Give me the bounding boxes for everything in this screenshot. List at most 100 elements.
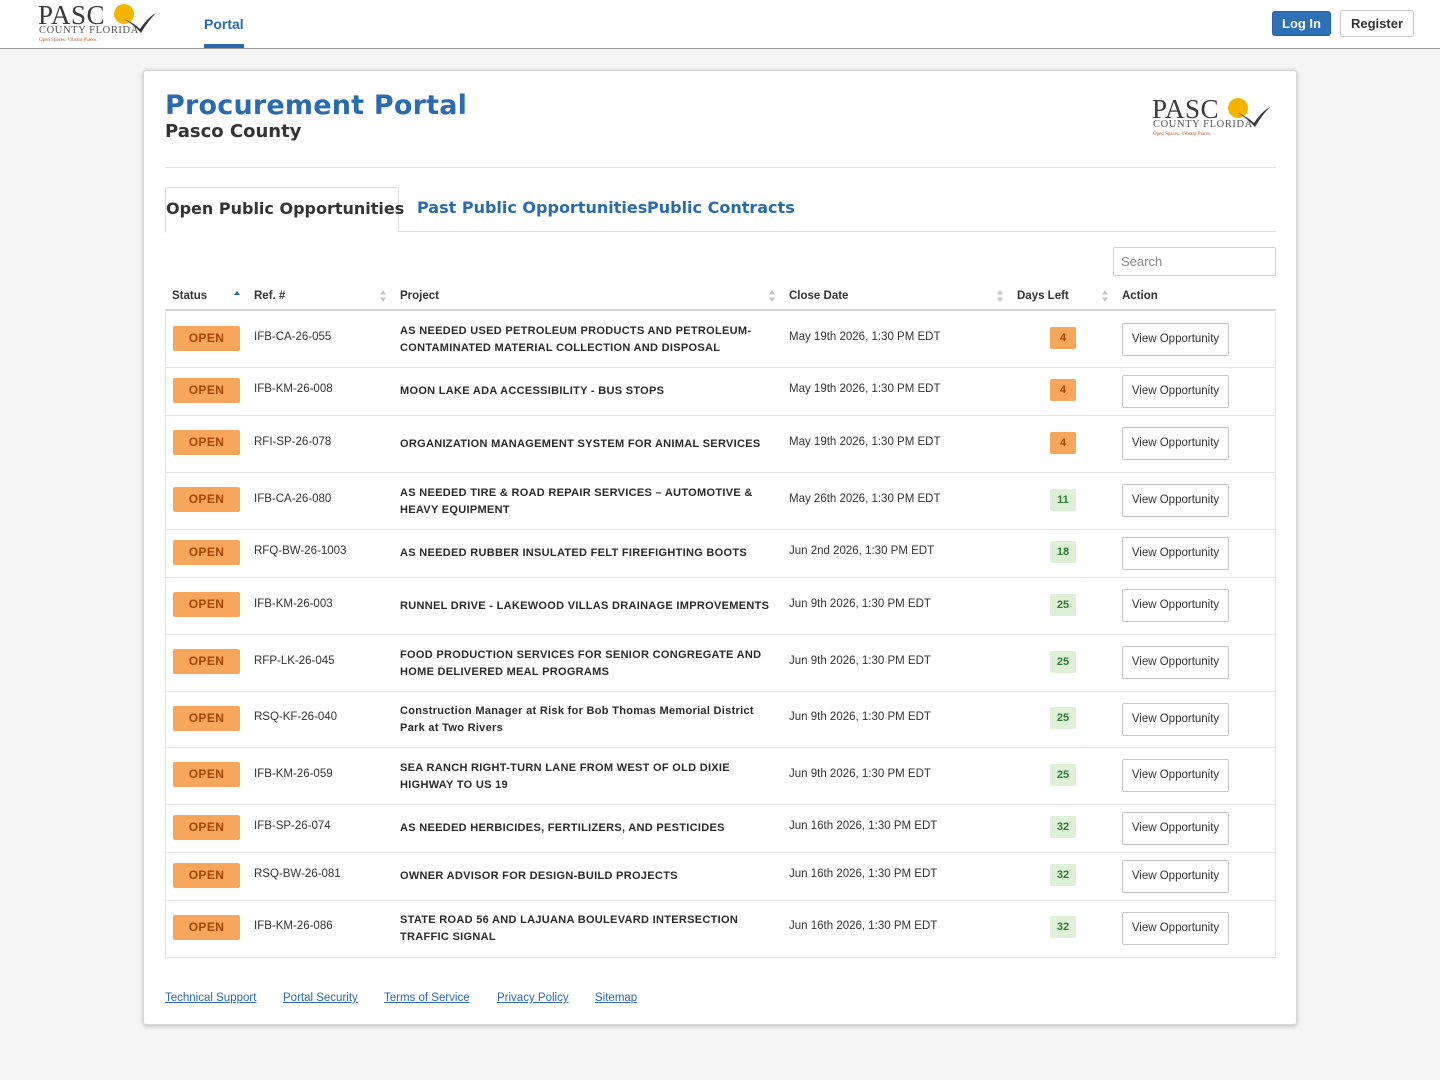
days-left-badge: 25 (1050, 593, 1076, 616)
table-row: OPEN IFB-KM-26-008 MOON LAKE ADA ACCESSIBI… (166, 368, 1275, 416)
days-left-badge: 18 (1050, 541, 1076, 563)
view-opportunity-button[interactable]: View Opportunity (1122, 536, 1229, 570)
search-input[interactable] (1113, 247, 1276, 276)
login-button[interactable]: Log In (1272, 11, 1331, 36)
status-badge: OPEN (173, 762, 240, 787)
main-card: Procurement Portal Pasco County PASC COU… (143, 70, 1297, 1025)
tab-public-contracts[interactable]: Public Contracts (647, 187, 795, 232)
logo-subtext: COUNTY FLORIDA (39, 25, 139, 36)
status-badge: OPEN (173, 914, 240, 940)
logo-subtext: COUNTY FLORIDA (1153, 119, 1253, 130)
view-opportunity-button[interactable]: View Opportunity (1122, 759, 1229, 792)
status-badge: OPEN (173, 705, 240, 731)
nav-active-indicator (204, 44, 244, 48)
close-date: Jun 16th 2026, 1:30 PM EDT (789, 868, 938, 880)
close-date: Jun 9th 2026, 1:30 PM EDT (789, 711, 931, 723)
table-row: OPEN IFB-CA-26-080 AS NEEDED TIRE & ROAD R… (166, 473, 1275, 530)
ref-number: RFP-LK-26-045 (254, 654, 335, 667)
view-opportunity-button[interactable]: View Opportunity (1122, 589, 1229, 622)
days-left-badge: 25 (1050, 650, 1076, 673)
pasco-county-logo[interactable]: PASC COUNTY FLORIDA Open Spaces. Vibrant… (38, 1, 156, 47)
project-name: AS NEEDED TIRE & ROAD REPAIR SERVICES – … (400, 486, 753, 516)
view-opportunity-button[interactable]: View Opportunity (1122, 859, 1229, 893)
tab-open-public-opportunities[interactable]: Open Public Opportunities (165, 187, 404, 233)
project-name: AS NEEDED HERBICIDES, FERTILIZERS, AND P… (400, 822, 725, 834)
ref-number: IFB-KM-26-008 (254, 383, 333, 395)
sort-icon[interactable] (768, 289, 776, 303)
status-badge: OPEN (173, 539, 240, 565)
table-row: OPEN RSQ-BW-26-081 OWNER ADVISOR FOR DESIG… (166, 853, 1275, 901)
table-row: OPEN RFQ-BW-26-1003 AS NEEDED RUBBER INSUL… (166, 530, 1275, 578)
footer-link-sitemap[interactable]: Sitemap (595, 992, 637, 1004)
project-name: FOOD PRODUCTION SERVICES FOR SENIOR CONG… (400, 648, 762, 678)
project-name: ORGANIZATION MANAGEMENT SYSTEM FOR ANIMA… (400, 437, 761, 450)
table-row: OPEN RSQ-KF-26-040 Construction Manager at… (166, 692, 1275, 748)
ref-number: IFB-KM-26-059 (254, 767, 333, 780)
close-date: Jun 9th 2026, 1:30 PM EDT (789, 654, 931, 667)
column-header-days-left[interactable]: Days Left (1017, 283, 1069, 309)
days-left-badge: 4 (1050, 431, 1076, 454)
header-divider (165, 167, 1276, 168)
table-row: OPEN IFB-KM-26-003 RUNNEL DRIVE - LAKEWOOD… (166, 578, 1275, 635)
sort-icon[interactable] (379, 289, 387, 303)
view-opportunity-button[interactable]: View Opportunity (1122, 322, 1229, 356)
table-row: OPEN IFB-KM-26-059 SEA RANCH RIGHT-TURN LA… (166, 748, 1275, 805)
days-left-badge: 25 (1050, 707, 1076, 729)
sort-icon[interactable] (996, 289, 1004, 303)
ref-number: RSQ-BW-26-081 (254, 868, 341, 880)
days-left-badge: 11 (1050, 488, 1076, 511)
logo-tagline: Open Spaces. Vibrant Places. (1153, 132, 1212, 137)
ref-number: IFB-CA-26-080 (254, 492, 332, 505)
project-name: AS NEEDED USED PETROLEUM PRODUCTS AND PE… (400, 325, 752, 354)
tab-past-public-opportunities[interactable]: Past Public Opportunities (417, 187, 647, 232)
column-header-close-date[interactable]: Close Date (789, 283, 848, 309)
page-title: Procurement Portal (165, 90, 468, 121)
project-name: Construction Manager at Risk for Bob Tho… (400, 705, 754, 734)
register-button[interactable]: Register (1340, 10, 1414, 37)
view-opportunity-button[interactable]: View Opportunity (1122, 427, 1229, 460)
ref-number: IFB-SP-26-074 (254, 820, 331, 832)
logo-tagline: Open Spaces. Vibrant Places. (39, 38, 98, 43)
project-name: SEA RANCH RIGHT-TURN LANE FROM WEST OF O… (400, 761, 730, 791)
status-badge: OPEN (173, 325, 240, 351)
tab-bar: Open Public Opportunities Past Public Op… (165, 187, 1276, 233)
ref-number: IFB-KM-26-086 (254, 920, 333, 932)
view-opportunity-button[interactable]: View Opportunity (1122, 374, 1229, 408)
table-row: OPEN RFP-LK-26-045 FOOD PRODUCTION SERVICE… (166, 635, 1275, 692)
table-row: OPEN IFB-CA-26-055 AS NEEDED USED PETROLEU… (166, 312, 1275, 368)
status-badge: OPEN (173, 862, 240, 888)
column-header-status[interactable]: Status (172, 283, 207, 309)
footer-link-privacy-policy[interactable]: Privacy Policy (497, 992, 569, 1004)
view-opportunity-button[interactable]: View Opportunity (1122, 702, 1229, 736)
sort-icon[interactable] (1101, 289, 1109, 303)
ref-number: RSQ-KF-26-040 (254, 711, 338, 723)
column-header-project[interactable]: Project (400, 283, 439, 309)
status-badge: OPEN (173, 430, 240, 455)
view-opportunity-button[interactable]: View Opportunity (1122, 484, 1229, 517)
view-opportunity-button[interactable]: View Opportunity (1122, 811, 1229, 845)
table-row: OPEN IFB-SP-26-074 AS NEEDED HERBICIDES, F… (166, 805, 1275, 853)
close-date: Jun 2nd 2026, 1:30 PM EDT (789, 545, 935, 557)
close-date: May 19th 2026, 1:30 PM EDT (789, 331, 941, 343)
ref-number: IFB-CA-26-055 (254, 331, 332, 343)
ref-number: RFQ-BW-26-1003 (254, 545, 347, 557)
days-left-badge: 4 (1050, 327, 1076, 349)
footer-link-technical-support[interactable]: Technical Support (165, 992, 256, 1004)
view-opportunity-button[interactable]: View Opportunity (1122, 646, 1229, 679)
table-row: OPEN RFI-SP-26-078 ORGANIZATION MANAGEMENT… (166, 416, 1275, 473)
view-opportunity-button[interactable]: View Opportunity (1122, 911, 1229, 945)
status-badge: OPEN (173, 487, 240, 512)
nav-portal-link[interactable]: Portal (204, 0, 244, 48)
days-left-badge: 25 (1050, 763, 1076, 786)
status-badge: OPEN (173, 377, 240, 403)
status-badge: OPEN (173, 592, 240, 617)
project-name: RUNNEL DRIVE - LAKEWOOD VILLAS DRAINAGE … (400, 599, 770, 612)
close-date: May 19th 2026, 1:30 PM EDT (789, 435, 941, 448)
footer-link-portal-security[interactable]: Portal Security (283, 992, 358, 1004)
sort-asc-icon[interactable] (233, 289, 241, 303)
project-name: OWNER ADVISOR FOR DESIGN-BUILD PROJECTS (400, 870, 678, 882)
table-row: OPEN IFB-KM-26-086 STATE ROAD 56 AND LAJUA… (166, 901, 1275, 957)
days-left-badge: 32 (1050, 916, 1076, 938)
footer-link-terms-of-service[interactable]: Terms of Service (384, 992, 470, 1004)
column-header-ref[interactable]: Ref. # (254, 283, 285, 309)
